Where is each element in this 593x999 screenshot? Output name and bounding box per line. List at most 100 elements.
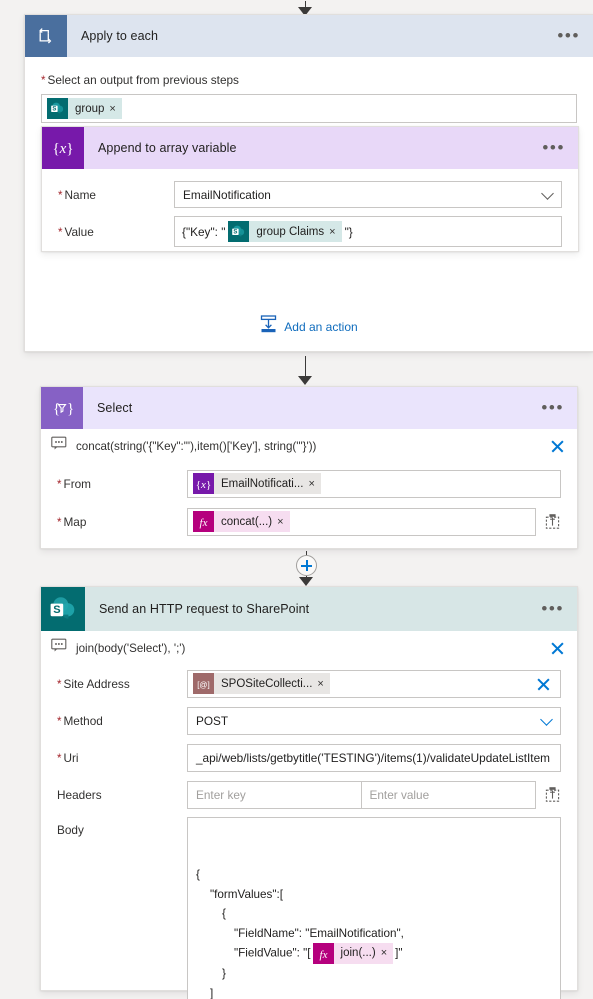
- append-to-array-header[interactable]: {x} Append to array variable •••: [42, 127, 578, 169]
- variable-value-field[interactable]: {"Key": " S group Claims × "}: [174, 216, 562, 247]
- body-label: Body: [57, 823, 84, 837]
- select-from-label: From: [57, 477, 187, 491]
- body-lines: {"formValues":[{"FieldName": "EmailNotif…: [196, 865, 552, 999]
- chevron-down-icon[interactable]: [540, 712, 553, 726]
- send-http-request-title: Send an HTTP request to SharePoint: [99, 602, 310, 616]
- header-value-placeholder: Enter value: [369, 787, 430, 802]
- switch-to-text-mode-icon[interactable]: [544, 786, 561, 803]
- variable-value-suffix: "}: [344, 224, 353, 239]
- apply-to-each-more-button[interactable]: •••: [555, 27, 582, 44]
- svg-text:{x}: {x}: [196, 479, 211, 491]
- comment-icon: [51, 436, 67, 456]
- header-key-placeholder: Enter key: [196, 787, 246, 802]
- method-label: Method: [57, 714, 187, 728]
- variable-name-value: EmailNotification: [183, 187, 271, 202]
- http-comment[interactable]: join(body('Select'), ';'): [49, 631, 577, 665]
- token-concat-label: concat(...): [221, 515, 273, 528]
- body-line-text: "FieldName": "EmailNotification",: [234, 926, 404, 940]
- header-key-input[interactable]: Enter key: [187, 780, 362, 809]
- token-group-claims-label: group Claims: [256, 225, 325, 238]
- uri-label: Uri: [57, 751, 187, 765]
- svg-text:{: {: [53, 401, 60, 417]
- uri-row: Uri _api/web/lists/getbytitle('TESTING')…: [57, 741, 561, 774]
- apply-to-each-body: Select an output from previous steps S g…: [25, 57, 593, 123]
- function-icon: fx: [312, 943, 334, 964]
- select-header[interactable]: { } Select •••: [41, 387, 577, 429]
- token-group-claims[interactable]: S group Claims ×: [228, 221, 342, 242]
- apply-to-each-card: Apply to each ••• Select an output from …: [24, 14, 593, 352]
- site-address-label: Site Address: [57, 677, 187, 691]
- select-map-field[interactable]: fx concat(...) ×: [187, 507, 536, 536]
- select-body: From {x} EmailNotificati... × Map: [41, 463, 577, 538]
- body-input[interactable]: {"formValues":[{"FieldName": "EmailNotif…: [187, 817, 561, 999]
- connector-insert-new-step: [294, 549, 318, 587]
- insert-new-step-button[interactable]: [295, 554, 317, 576]
- send-http-request-body: Site Address [@] SPOSiteCollecti... ×: [41, 665, 577, 999]
- http-comment-row: join(body('Select'), ';'): [41, 631, 577, 665]
- add-an-action-label: Add an action: [284, 319, 358, 334]
- sharepoint-icon: S: [41, 587, 85, 631]
- select-map-row: Map fx concat(...) ×: [57, 505, 561, 538]
- select-map-label: Map: [57, 515, 187, 529]
- switch-to-text-mode-icon[interactable]: [544, 513, 561, 530]
- body-line: {: [196, 904, 552, 924]
- token-join-remove[interactable]: ×: [381, 944, 393, 964]
- body-line-text: {: [196, 868, 200, 881]
- method-row: Method POST: [57, 704, 561, 737]
- select-filter-icon: { }: [41, 387, 83, 429]
- body-line: "FieldValue": "[fx join(...) ×]": [196, 943, 552, 964]
- variable-value-row: Value {"Key": " S: [58, 216, 562, 249]
- select-more-button[interactable]: •••: [539, 399, 566, 416]
- append-to-array-body: Name EmailNotification Value {"Key": ": [42, 169, 578, 249]
- select-from-field[interactable]: {x} EmailNotificati... ×: [187, 469, 561, 498]
- token-join[interactable]: fx join(...) ×: [312, 943, 394, 964]
- svg-text:}: }: [67, 401, 74, 417]
- send-http-request-more-button[interactable]: •••: [539, 600, 566, 617]
- body-line-text: {: [222, 907, 226, 920]
- svg-text:S: S: [52, 107, 56, 113]
- token-spositecollection[interactable]: [@] SPOSiteCollecti... ×: [193, 673, 330, 694]
- select-comment-text: concat(string('{"Key":"'),item()['Key'],…: [76, 439, 317, 453]
- token-emailnotification-remove[interactable]: ×: [308, 478, 320, 490]
- select-comment-row: concat(string('{"Key":"'),item()['Key'],…: [41, 429, 577, 463]
- select-card: { } Select ••• concat(string('{"Key":"')…: [40, 386, 578, 549]
- send-http-request-card: S Send an HTTP request to SharePoint •••: [40, 586, 578, 999]
- clear-site-address-icon[interactable]: [536, 676, 551, 691]
- select-comment[interactable]: concat(string('{"Key":"'),item()['Key'],…: [49, 429, 577, 463]
- uri-value: _api/web/lists/getbytitle('TESTING')/ite…: [196, 750, 550, 765]
- method-select[interactable]: POST: [187, 706, 561, 735]
- http-comment-text: join(body('Select'), ';'): [76, 641, 186, 655]
- body-line: {: [196, 865, 552, 885]
- svg-text:{x}: {x}: [52, 141, 73, 157]
- site-address-row: Site Address [@] SPOSiteCollecti... ×: [57, 667, 561, 700]
- token-concat-remove[interactable]: ×: [277, 516, 289, 528]
- sharepoint-icon: S: [47, 98, 68, 119]
- headers-row: Headers Enter key Enter value: [57, 778, 561, 811]
- chevron-down-icon[interactable]: [541, 186, 554, 200]
- comment-icon: [51, 638, 67, 658]
- send-http-request-header[interactable]: S Send an HTTP request to SharePoint •••: [41, 587, 577, 631]
- variable-value-prefix: {"Key": ": [182, 224, 226, 239]
- variable-value-label: Value: [58, 216, 174, 239]
- apply-to-each-header[interactable]: Apply to each •••: [25, 15, 593, 57]
- variable-name-select[interactable]: EmailNotification: [174, 181, 562, 208]
- add-an-action-button[interactable]: Add an action: [25, 315, 593, 338]
- connector-middle: [297, 355, 313, 385]
- function-icon: fx: [193, 511, 214, 532]
- close-icon[interactable]: [550, 641, 565, 656]
- token-group[interactable]: S group ×: [47, 98, 122, 119]
- site-address-field[interactable]: [@] SPOSiteCollecti... ×: [187, 669, 561, 698]
- select-output-field[interactable]: S group ×: [41, 94, 577, 123]
- header-value-input[interactable]: Enter value: [361, 780, 536, 809]
- token-group-claims-remove[interactable]: ×: [329, 226, 341, 238]
- append-to-array-card: {x} Append to array variable ••• Name Em…: [41, 126, 579, 252]
- token-emailnotification[interactable]: {x} EmailNotificati... ×: [193, 473, 321, 494]
- token-spositecollection-remove[interactable]: ×: [317, 678, 329, 690]
- body-line: ]: [196, 984, 552, 999]
- svg-text:S: S: [234, 230, 238, 236]
- uri-input[interactable]: _api/web/lists/getbytitle('TESTING')/ite…: [187, 743, 561, 772]
- close-icon[interactable]: [550, 439, 565, 454]
- token-group-remove[interactable]: ×: [109, 103, 121, 115]
- token-concat[interactable]: fx concat(...) ×: [193, 511, 290, 532]
- append-to-array-more-button[interactable]: •••: [540, 139, 567, 156]
